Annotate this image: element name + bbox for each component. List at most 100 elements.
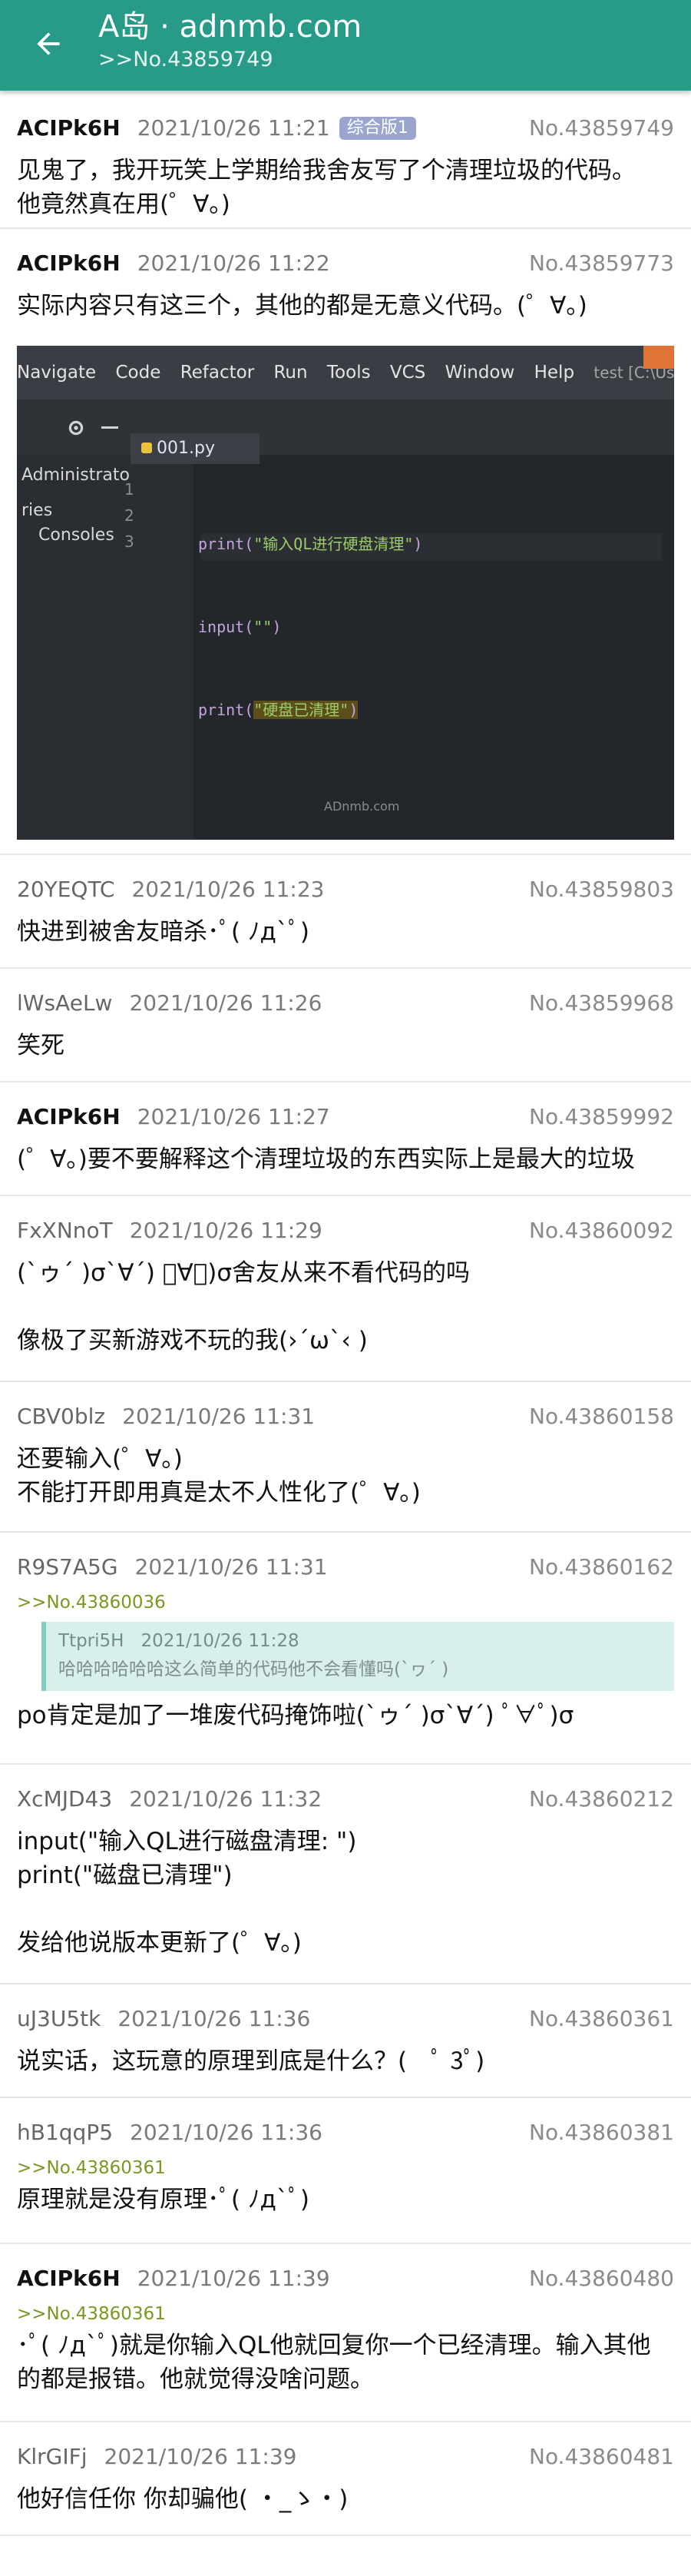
content-line: print("磁盘已清理"): [17, 1862, 233, 1889]
post-number[interactable]: No.43860092: [529, 1216, 674, 1245]
python-file-icon: [141, 443, 152, 453]
post-meta: ACIPk6H 2021/10/26 11:39 No.43860480: [17, 2264, 674, 2293]
quote-time: 2021/10/26 11:28: [141, 1631, 299, 1651]
post[interactable]: uJ3U5tk 2021/10/26 11:36 No.43860361 说实话，…: [0, 1984, 691, 2098]
post[interactable]: ACIPk6H 2021/10/26 11:27 No.43859992 (゜∀。…: [0, 1082, 691, 1196]
post-content: 说实话，这玩意的原理到底是什么？( ﾟ 3ﾟ): [17, 2044, 674, 2078]
ide-toolbar: [17, 399, 674, 455]
post-number[interactable]: No.43860381: [529, 2118, 674, 2147]
quote-user-id: Ttpri5H: [58, 1631, 124, 1651]
post-content: 快进到被舍友暗杀･ﾟ( ﾉд`ﾟ): [17, 915, 674, 949]
content-line: 发给他说版本更新了(゜∀。): [17, 1929, 302, 1957]
post[interactable]: FxXNnoT 2021/10/26 11:29 No.43860092 (`ゥ´…: [0, 1196, 691, 1382]
user-id[interactable]: lWsAeLw: [17, 990, 112, 1016]
content-line: 他竟然真在用(゜∀。): [17, 191, 230, 218]
user-id[interactable]: R9S7A5G: [17, 1554, 118, 1580]
quote-text: 哈哈哈哈哈哈这么简单的代码他不会看懂吗(`ヮ´ ): [58, 1659, 449, 1679]
post-number[interactable]: No.43859749: [529, 114, 674, 143]
post-number[interactable]: No.43859773: [529, 249, 674, 278]
arrow-left-icon: [37, 32, 60, 55]
ide-menu-item: VCS: [389, 363, 426, 383]
post-meta: KlrGIFj 2021/10/26 11:39 No.43860481: [17, 2442, 674, 2472]
post-time: 2021/10/26 11:22: [137, 250, 330, 276]
reply-reference-link[interactable]: >>No.43860361: [17, 2155, 674, 2181]
line-number: 1: [124, 480, 134, 499]
post[interactable]: ACIPk6H 2021/10/26 11:21 综合版1 No.43859749 …: [0, 91, 691, 229]
user-id[interactable]: uJ3U5tk: [17, 2006, 101, 2031]
post-number[interactable]: No.43860162: [529, 1553, 674, 1582]
ide-sidebar-item: Administrato: [21, 466, 130, 485]
post[interactable]: ACIPk6H 2021/10/26 11:39 No.43860480 >>No…: [0, 2244, 691, 2422]
reply-reference-link[interactable]: >>No.43860036: [17, 1590, 674, 1616]
post-number[interactable]: No.43859968: [529, 989, 674, 1018]
post[interactable]: hB1qqP5 2021/10/26 11:36 No.43860381 >>No…: [0, 2098, 691, 2244]
post-time: 2021/10/26 11:31: [134, 1554, 328, 1580]
back-button[interactable]: [21, 17, 75, 71]
line-number: 2: [124, 506, 134, 525]
user-id[interactable]: ACIPk6H: [17, 115, 121, 141]
post-time: 2021/10/26 11:39: [137, 2266, 330, 2291]
post-number[interactable]: No.43859992: [529, 1102, 674, 1132]
post-content: 他好信任你 你却骗他( ・_ゝ・): [17, 2482, 674, 2516]
content-line: ･ﾟ( ﾉд`ﾟ)就是你输入QL他就回复你一个已经清理。输入其他的都是报错。他就…: [17, 2332, 651, 2393]
code-token: input(: [198, 618, 254, 636]
window-corner: [643, 346, 674, 369]
post-meta: R9S7A5G 2021/10/26 11:31 No.43860162: [17, 1553, 674, 1582]
post[interactable]: CBV0blz 2021/10/26 11:31 No.43860158 还要输入…: [0, 1382, 691, 1533]
minus-icon: [101, 426, 118, 429]
user-id[interactable]: hB1qqP5: [17, 2120, 113, 2145]
post-number[interactable]: No.43860361: [529, 2004, 674, 2034]
board-badge[interactable]: 综合版1: [339, 117, 416, 140]
post-image[interactable]: Navigate Code Refactor Run Tools VCS Win…: [17, 346, 674, 840]
quote-meta: Ttpri5H 2021/10/26 11:28: [58, 1629, 662, 1653]
post-meta: ACIPk6H 2021/10/26 11:27 No.43859992: [17, 1102, 674, 1132]
reply-list: ACIPk6H 2021/10/26 11:21 综合版1 No.43859749 …: [0, 91, 691, 2536]
user-id[interactable]: XcMJD43: [17, 1786, 112, 1812]
code-line: input(""): [198, 613, 422, 641]
gear-icon: [68, 420, 84, 436]
post-meta: lWsAeLw 2021/10/26 11:26 No.43859968: [17, 989, 674, 1018]
post-number[interactable]: No.43860212: [529, 1785, 674, 1814]
code-string: "输入QL进行硬盘清理": [253, 535, 414, 553]
post-content: ･ﾟ( ﾉд`ﾟ)就是你输入QL他就回复你一个已经清理。输入其他的都是报错。他就…: [17, 2329, 674, 2396]
post[interactable]: XcMJD43 2021/10/26 11:32 No.43860212 inpu…: [0, 1765, 691, 1984]
post-content: (`ゥ´ )σ`∀´) ﾟ∀ﾟ)σ舍友从来不看代码的吗 像极了买新游戏不玩的我(…: [17, 1256, 674, 1358]
ide-menu-item: Tools: [326, 363, 371, 383]
content-line: 说实话，这玩意的原理到底是什么？( ﾟ 3ﾟ): [17, 2047, 485, 2075]
app-bar: A岛 · adnmb.com >>No.43859749: [0, 0, 691, 91]
user-id[interactable]: ACIPk6H: [17, 1104, 121, 1129]
user-id[interactable]: ACIPk6H: [17, 250, 121, 276]
reply-reference-link[interactable]: >>No.43860361: [17, 2301, 674, 2327]
post-content: (゜∀。)要不要解释这个清理垃圾的东西实际上是最大的垃圾: [17, 1142, 674, 1176]
post[interactable]: lWsAeLw 2021/10/26 11:26 No.43859968 笑死: [0, 969, 691, 1082]
quoted-reply[interactable]: Ttpri5H 2021/10/26 11:28 哈哈哈哈哈哈这么简单的代码他不会…: [41, 1622, 674, 1691]
ide-sidebar-item: Consoles: [38, 525, 114, 545]
post-content: 实际内容只有这三个，其他的都是无意义代码。(゜∀。): [17, 289, 674, 323]
post-time: 2021/10/26 11:32: [129, 1786, 322, 1812]
content-line: 见鬼了，我开玩笑上学期给我舍友写了个清理垃圾的代码。: [17, 157, 636, 184]
content-line: 原理就是没有原理･ﾟ( ﾉд`ﾟ): [17, 2186, 309, 2213]
user-id[interactable]: ACIPk6H: [17, 2266, 121, 2291]
ide-file-tab-label: 001.py: [157, 439, 215, 458]
post[interactable]: 20YEQTC 2021/10/26 11:23 No.43859803 快进到被…: [0, 855, 691, 969]
post[interactable]: ACIPk6H 2021/10/26 11:22 No.43859773 实际内容…: [0, 229, 691, 855]
user-id[interactable]: 20YEQTC: [17, 877, 114, 902]
content-line: 还要输入(゜∀。): [17, 1445, 183, 1473]
user-id[interactable]: KlrGIFj: [17, 2444, 88, 2469]
user-id[interactable]: FxXNnoT: [17, 1218, 113, 1243]
post-number[interactable]: No.43860481: [529, 2442, 674, 2472]
content-line: input("输入QL进行磁盘清理: "): [17, 1828, 357, 1855]
post-meta: ACIPk6H 2021/10/26 11:21 综合版1 No.43859749: [17, 114, 674, 143]
post-content: input("输入QL进行磁盘清理: ") print("磁盘已清理") 发给他…: [17, 1825, 674, 1960]
user-id[interactable]: CBV0blz: [17, 1404, 105, 1429]
post-number[interactable]: No.43860158: [529, 1402, 674, 1431]
post-time: 2021/10/26 11:21: [137, 115, 330, 141]
ide-menu-item: Code: [115, 363, 161, 383]
post-time: 2021/10/26 11:36: [130, 2120, 322, 2145]
post-number[interactable]: No.43859803: [529, 875, 674, 904]
post[interactable]: R9S7A5G 2021/10/26 11:31 No.43860162 >>No…: [0, 1533, 691, 1765]
post-number[interactable]: No.43860480: [529, 2264, 674, 2293]
post-content: 笑死: [17, 1029, 674, 1063]
post[interactable]: KlrGIFj 2021/10/26 11:39 No.43860481 他好信任…: [0, 2422, 691, 2536]
ide-menu-item: Help: [534, 363, 575, 383]
